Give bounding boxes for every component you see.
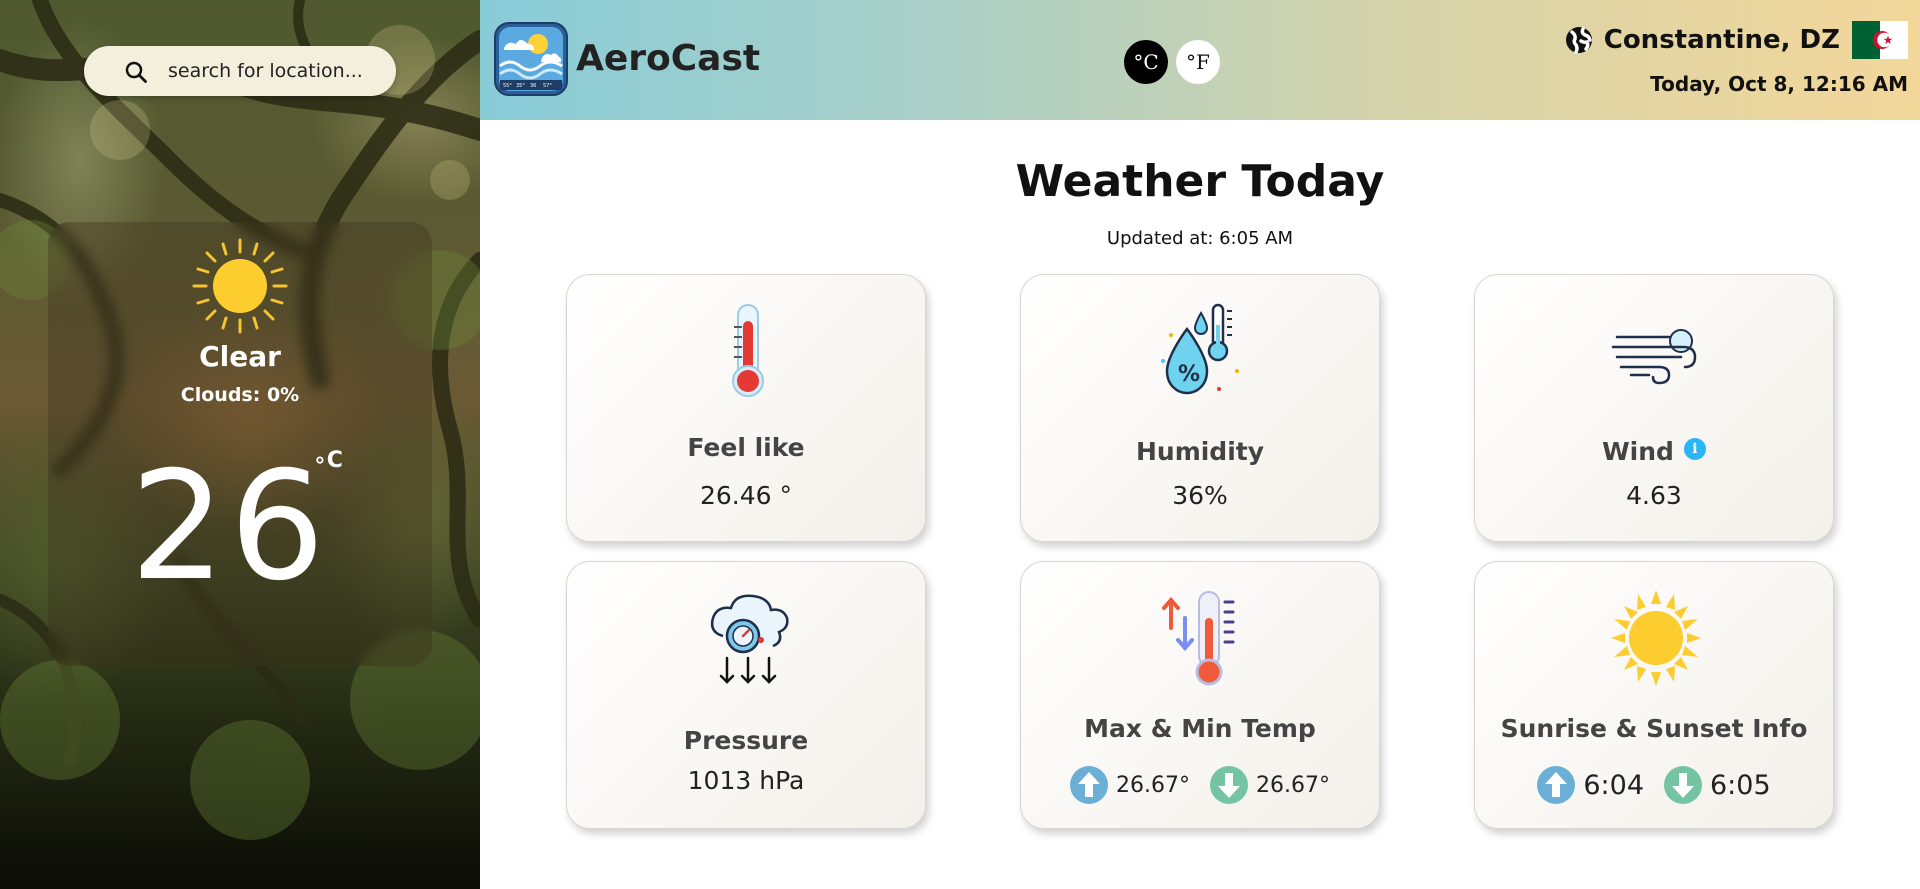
feel-like-card: Feel like 26.46 ° (566, 274, 926, 542)
wind-card: Wind i 4.63 (1474, 274, 1834, 542)
updated-time: Updated at: 6:05 AM (1106, 228, 1294, 249)
page-title: Weather Today (1015, 156, 1385, 207)
pressure-value: 1013 hPa (687, 766, 805, 795)
svg-text:36: 36 (530, 83, 536, 89)
max-min-title: Max & Min Temp (1084, 714, 1316, 743)
sunrise-time: 6:04 (1583, 769, 1644, 801)
humidity-title: Humidity (1135, 437, 1265, 466)
sun-icon (192, 238, 288, 334)
min-temp: 26.67° (1210, 766, 1330, 804)
pressure-card: Pressure 1013 hPa (566, 561, 926, 829)
brand-name: AeroCast (576, 38, 761, 79)
min-temp-value: 26.67° (1256, 772, 1330, 798)
info-icon[interactable]: i (1683, 438, 1706, 460)
wind-title: Wind i (1475, 437, 1833, 466)
globe-icon (1565, 27, 1592, 54)
current-temperature: 26 (130, 440, 329, 614)
location: Constantine, DZ (1564, 20, 1908, 60)
temp-range-icon (1162, 591, 1235, 686)
pressure-title: Pressure (683, 726, 809, 755)
algeria-flag-icon (1852, 21, 1908, 59)
celsius-button[interactable]: °C (1124, 40, 1168, 84)
sunset-time: 6:05 (1710, 769, 1771, 801)
temperature-unit: ∘C (313, 448, 343, 473)
search-bar[interactable] (84, 46, 396, 96)
thermometer-icon (732, 304, 764, 397)
app-logo-icon: 55° 35° 36 57° (494, 22, 568, 96)
sunrise-sunset-values: 6:04 6:05 (1475, 766, 1833, 804)
wind-title-text: Wind (1602, 437, 1674, 466)
sun-icon (1611, 590, 1701, 686)
max-min-values: 26.67° 26.67° (1021, 766, 1379, 804)
sunrise-sunset-card: Sunrise & Sunset Info 6:04 6:05 (1474, 561, 1834, 829)
arrow-up-icon (1070, 766, 1109, 804)
humidity-value: 36% (1172, 481, 1228, 510)
sunrise-sunset-title: Sunrise & Sunset Info (1500, 714, 1808, 743)
arrow-up-icon (1537, 766, 1576, 804)
arrow-down-icon (1664, 766, 1702, 804)
current-date: Today, Oct 8, 12:16 AM (1650, 72, 1908, 96)
sidebar: Clear Clouds: 0% 26 ∘C (0, 0, 480, 889)
max-min-temp-card: Max & Min Temp 26.67° 26.67° (1020, 561, 1380, 829)
header: 55° 35° 36 57° AeroCast °C °F Constantine, … (480, 0, 1920, 120)
max-temp-value: 26.67° (1116, 772, 1190, 798)
weather-condition: Clear (199, 340, 281, 373)
pressure-icon (710, 594, 789, 684)
svg-text:55°: 55° (503, 83, 512, 89)
search-input[interactable] (168, 60, 388, 82)
feel-like-value: 26.46 ° (699, 481, 793, 510)
max-temp: 26.67° (1070, 766, 1190, 804)
svg-text:35°: 35° (516, 83, 525, 89)
current-weather-card: Clear Clouds: 0% 26 ∘C (48, 222, 432, 666)
wind-value: 4.63 (1626, 481, 1682, 510)
search-icon (125, 61, 147, 83)
location-name: Constantine, DZ (1603, 25, 1840, 55)
humidity-icon: % (1161, 303, 1239, 395)
wind-icon (1611, 329, 1697, 385)
svg-text:57°: 57° (543, 83, 552, 89)
clouds-percentage: Clouds: 0% (180, 384, 300, 406)
feel-like-title: Feel like (687, 433, 805, 462)
arrow-down-icon (1210, 766, 1248, 804)
fahrenheit-button[interactable]: °F (1176, 40, 1220, 84)
svg-text:%: % (1178, 362, 1200, 387)
sunrise: 6:04 (1537, 766, 1644, 804)
humidity-card: % Humidity 36% (1020, 274, 1380, 542)
sunset: 6:05 (1664, 766, 1771, 804)
